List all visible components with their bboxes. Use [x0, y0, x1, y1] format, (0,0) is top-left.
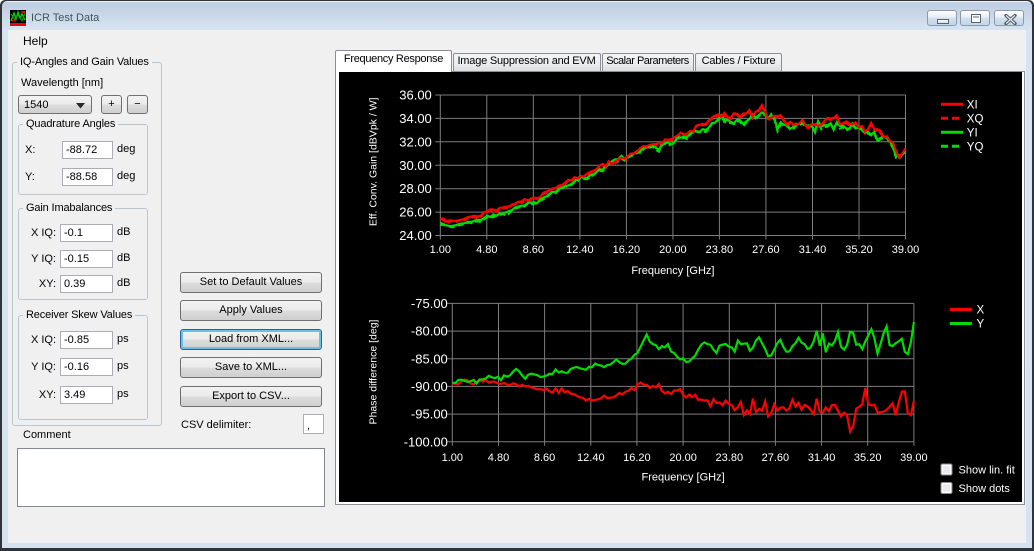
svg-text:-80.00: -80.00 — [411, 324, 448, 339]
svg-text:35.20: 35.20 — [854, 452, 882, 464]
svg-text:Phase difference [deg]: Phase difference [deg] — [368, 319, 380, 424]
svg-text:35.20: 35.20 — [845, 244, 873, 256]
svg-text:39.00: 39.00 — [892, 244, 920, 256]
svg-text:28.00: 28.00 — [399, 181, 432, 196]
svg-text:39.00: 39.00 — [900, 452, 928, 464]
svg-text:Y: Y — [977, 319, 985, 331]
svg-text:8.60: 8.60 — [534, 452, 555, 464]
svg-text:YQ: YQ — [967, 141, 984, 153]
svg-text:XI: XI — [967, 99, 978, 111]
svg-text:XQ: XQ — [967, 113, 984, 125]
svg-text:Frequency [GHz]: Frequency [GHz] — [631, 265, 714, 277]
svg-text:31.40: 31.40 — [799, 244, 827, 256]
svg-text:27.60: 27.60 — [752, 244, 780, 256]
svg-text:30.00: 30.00 — [399, 158, 432, 173]
svg-text:34.00: 34.00 — [399, 111, 432, 126]
svg-text:12.40: 12.40 — [577, 452, 605, 464]
svg-text:16.20: 16.20 — [623, 452, 651, 464]
svg-text:27.60: 27.60 — [762, 452, 790, 464]
svg-text:Frequency [GHz]: Frequency [GHz] — [642, 472, 725, 484]
svg-text:4.80: 4.80 — [476, 244, 497, 256]
svg-text:-75.00: -75.00 — [411, 296, 448, 311]
svg-text:Show lin. fit: Show lin. fit — [959, 465, 1015, 477]
svg-text:24.00: 24.00 — [399, 228, 432, 243]
svg-text:36.00: 36.00 — [399, 88, 432, 103]
svg-text:23.80: 23.80 — [706, 244, 734, 256]
svg-text:1.00: 1.00 — [430, 244, 451, 256]
svg-text:26.00: 26.00 — [399, 205, 432, 220]
svg-text:-100.00: -100.00 — [404, 434, 448, 449]
svg-text:-85.00: -85.00 — [411, 351, 448, 366]
svg-text:12.40: 12.40 — [566, 244, 594, 256]
svg-text:4.80: 4.80 — [488, 452, 509, 464]
svg-text:YI: YI — [967, 127, 978, 139]
svg-text:1.00: 1.00 — [442, 452, 463, 464]
svg-text:X: X — [977, 305, 985, 317]
svg-text:23.80: 23.80 — [716, 452, 744, 464]
svg-text:32.00: 32.00 — [399, 134, 432, 149]
svg-text:31.40: 31.40 — [808, 452, 836, 464]
svg-text:-95.00: -95.00 — [411, 407, 448, 422]
svg-text:Eff. Conv. Gain [dBVpk / W]: Eff. Conv. Gain [dBVpk / W] — [368, 97, 380, 226]
svg-text:-90.00: -90.00 — [411, 379, 448, 394]
svg-text:20.00: 20.00 — [669, 452, 697, 464]
svg-text:20.00: 20.00 — [659, 244, 687, 256]
svg-text:Show dots: Show dots — [959, 483, 1011, 495]
svg-text:8.60: 8.60 — [523, 244, 544, 256]
svg-text:16.20: 16.20 — [613, 244, 641, 256]
